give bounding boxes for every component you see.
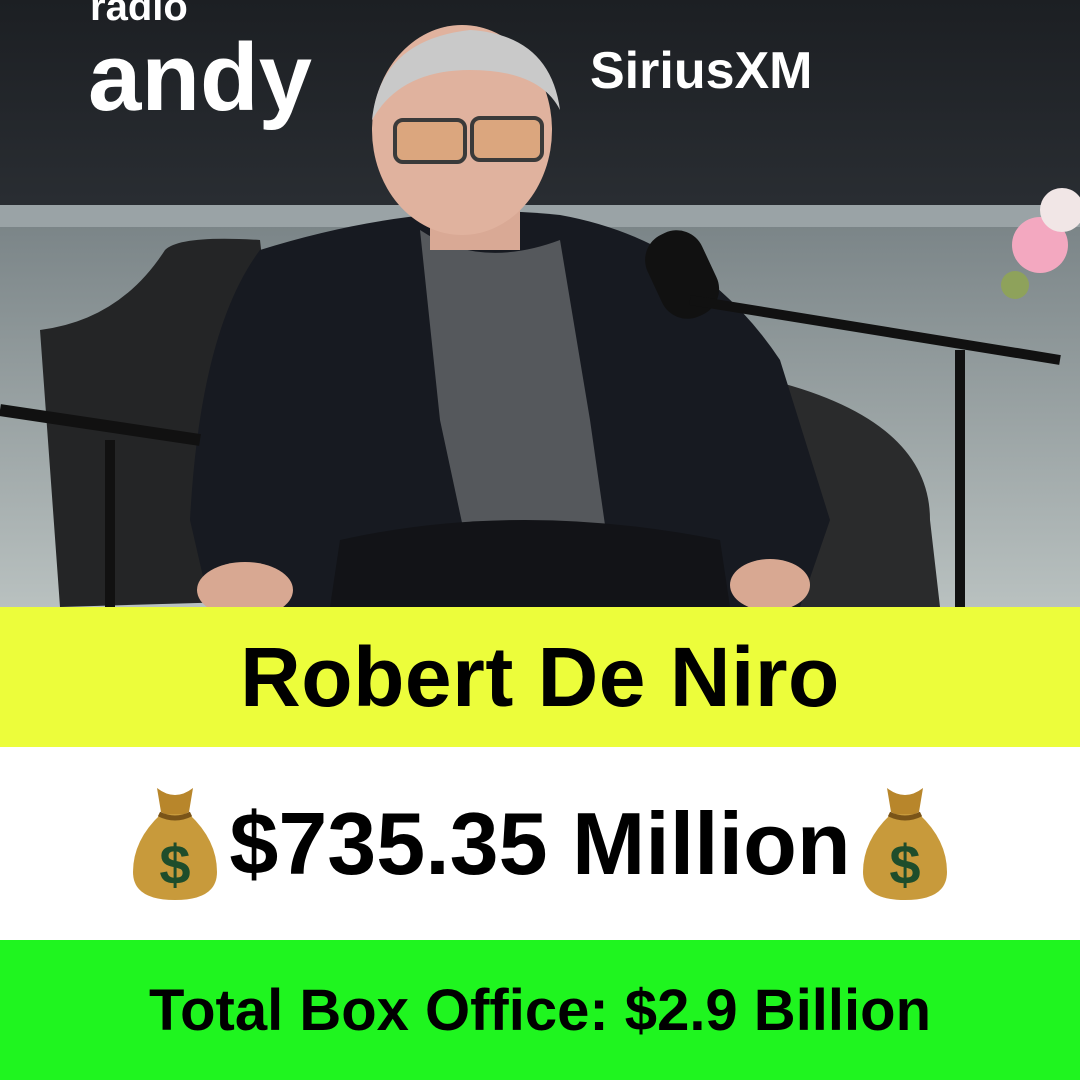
profile-card: radio andy SiriusXM Robert De Niro $ $73… xyxy=(0,0,1080,1080)
box-office-band: Total Box Office: $2.9 Billion xyxy=(0,940,1080,1080)
svg-text:$: $ xyxy=(889,833,920,896)
net-worth-band: $ $735.35 Million $ xyxy=(0,747,1080,940)
money-bag-icon: $ xyxy=(862,787,947,900)
box-office-total: Total Box Office: $2.9 Billion xyxy=(148,977,932,1043)
person-name: Robert De Niro xyxy=(240,629,840,724)
sponsor-logo: SiriusXM xyxy=(590,42,813,100)
name-band: Robert De Niro xyxy=(0,607,1080,747)
studio-scene: radio andy SiriusXM xyxy=(0,0,1080,607)
money-bag-icon: $ xyxy=(133,787,218,900)
svg-text:$: $ xyxy=(160,833,191,896)
interview-photo: radio andy SiriusXM xyxy=(0,0,1080,607)
net-worth-value: $735.35 Million xyxy=(229,793,851,893)
logo-main: andy xyxy=(88,24,312,131)
